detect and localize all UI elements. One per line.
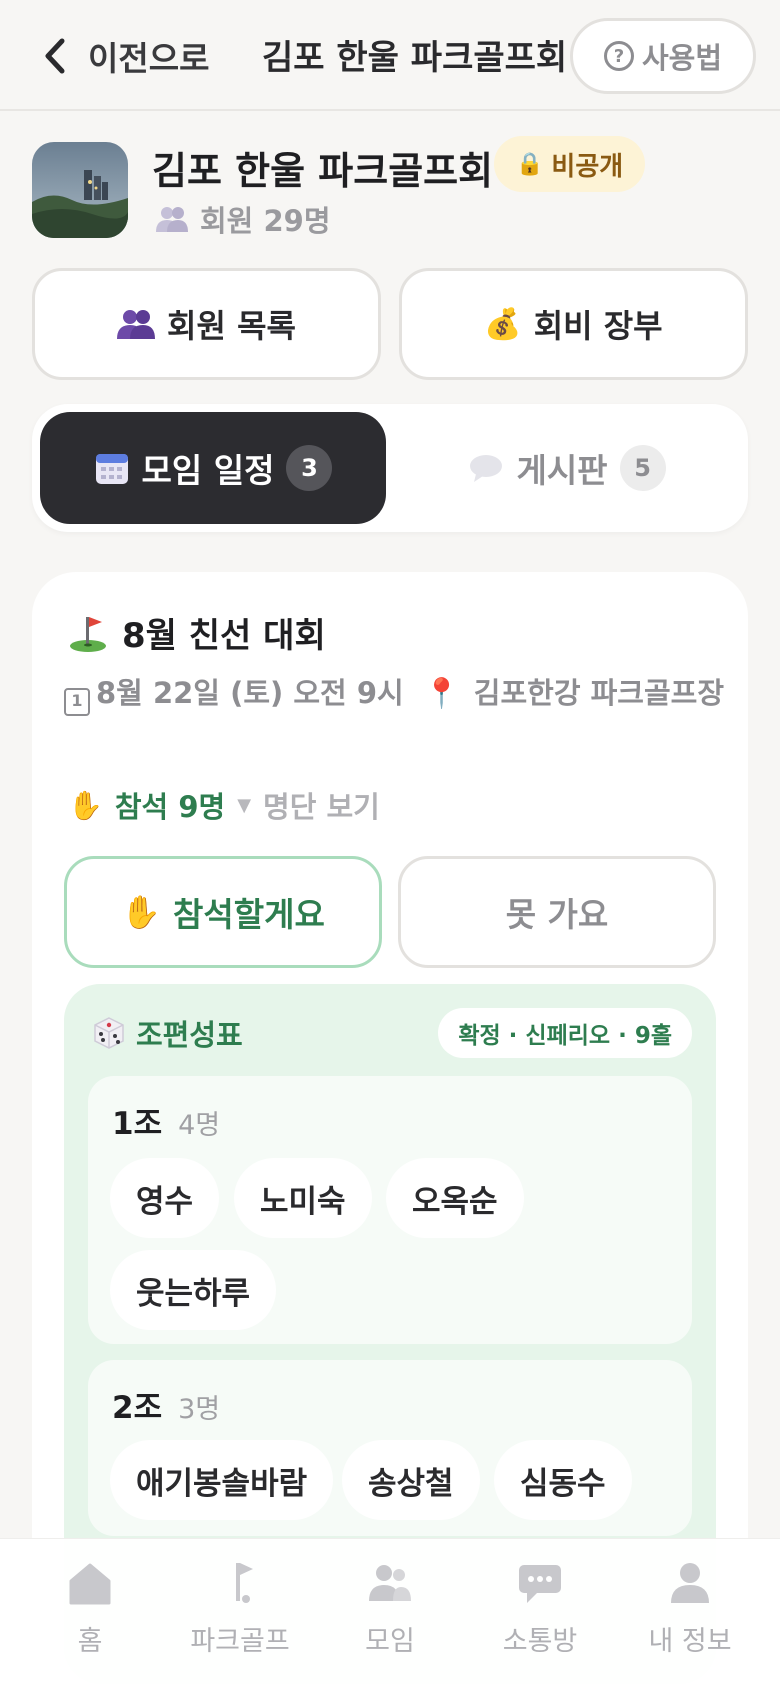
- nav-chat-label: 소통방: [502, 1626, 578, 1657]
- team-title: 조편성표: [136, 1018, 243, 1052]
- members-icon: [117, 310, 156, 339]
- nav-home-label: 홈: [77, 1626, 103, 1657]
- member-chip[interactable]: 송상철: [342, 1440, 480, 1520]
- rsvp-yes-label: 참석할게요: [173, 895, 325, 934]
- group-title: 2조 3명: [112, 1382, 220, 1427]
- home-icon: [69, 1563, 111, 1605]
- group-count: 3명: [178, 1394, 221, 1425]
- bottom-nav: 홈 파크골프 모임 소통방 내 정보: [0, 1538, 780, 1688]
- event-card: 8월 친선 대회 1 8월 22일 (토) 오전 9시 📍 김포한강 파크골프장 ✋ …: [32, 572, 748, 1688]
- rsvp-no-label: 못 가요: [505, 895, 609, 934]
- nav-home[interactable]: 홈: [15, 1561, 165, 1658]
- nav-group-label: 모임: [365, 1626, 415, 1657]
- money-bag-icon: 💰: [484, 306, 522, 342]
- group-count: 4명: [178, 1110, 221, 1141]
- member-chip[interactable]: 애기봉솔바람: [110, 1440, 334, 1520]
- tab-board-count: 5: [619, 445, 666, 491]
- member-chip[interactable]: 웃는하루: [110, 1250, 277, 1330]
- raised-hand-icon: ✋: [121, 893, 162, 931]
- club-name: 김포 한울 파크골프회: [152, 149, 494, 193]
- team-status-badge: 확정 · 신페리오 · 9홀: [438, 1008, 692, 1058]
- nav-parkgolf-label: 파크골프: [190, 1626, 290, 1657]
- rsvp-yes-button[interactable]: ✋ 참석할게요: [64, 856, 382, 968]
- back-label: 이전으로: [88, 39, 210, 78]
- event-title-row: 8월 친선 대회: [68, 608, 326, 657]
- back-button[interactable]: 이전으로: [40, 28, 209, 84]
- tab-board-label: 게시판: [516, 451, 608, 490]
- club-avatar: [32, 142, 128, 238]
- nav-parkgolf[interactable]: 파크골프: [165, 1561, 315, 1658]
- help-label: 사용법: [641, 41, 723, 75]
- member-count: 회원 29명: [156, 198, 331, 240]
- tab-bar: 모임 일정 3 게시판 5: [32, 404, 748, 532]
- event-date: 8월 22일 (토) 오전 9시: [96, 676, 404, 710]
- group-card: 1조 4명 영수 노미숙 오옥순 웃는하루: [88, 1076, 692, 1344]
- top-bar: 이전으로 김포 한울 파크골프회 ? 사용법: [0, 0, 780, 111]
- page-title: 김포 한울 파크골프회: [262, 38, 568, 78]
- calendar-icon: 1: [64, 688, 90, 716]
- dues-ledger-button[interactable]: 💰 회비 장부: [399, 268, 748, 380]
- attendance-row[interactable]: ✋ 참석 9명 ▼ 명단 보기: [68, 784, 380, 826]
- nav-group[interactable]: 모임: [315, 1561, 465, 1658]
- member-list-label: 회원 목록: [167, 307, 296, 345]
- group-title: 1조 4명: [112, 1098, 220, 1143]
- caret-down-icon: ▼: [237, 794, 252, 816]
- calendar-icon: [95, 454, 128, 484]
- lock-icon: 🔒: [516, 151, 544, 177]
- golf-flag-icon: [236, 1563, 253, 1603]
- event-location: 김포한강 파크골프장: [473, 676, 725, 710]
- tab-schedule[interactable]: 모임 일정 3: [40, 412, 386, 524]
- private-badge-label: 비공개: [551, 151, 624, 182]
- group-card: 2조 3명 애기봉솔바람 송상철 심동수: [88, 1360, 692, 1536]
- group-name: 2조: [112, 1390, 163, 1426]
- chevron-left-icon: [45, 38, 65, 74]
- group-icon: [369, 1565, 411, 1601]
- nav-profile-label: 내 정보: [648, 1626, 732, 1657]
- member-chip[interactable]: 오옥순: [386, 1158, 524, 1238]
- speech-bubble-icon: [470, 455, 503, 482]
- member-chip[interactable]: 영수: [110, 1158, 220, 1238]
- person-icon: [671, 1563, 709, 1603]
- member-list-button[interactable]: 회원 목록: [32, 268, 381, 380]
- team-header: 조편성표: [92, 1012, 243, 1054]
- member-chip[interactable]: 노미숙: [234, 1158, 372, 1238]
- attendee-list-link[interactable]: 명단 보기: [263, 784, 380, 826]
- nav-profile[interactable]: 내 정보: [615, 1561, 765, 1658]
- raised-hand-icon: ✋: [68, 788, 103, 822]
- help-button[interactable]: ? 사용법: [570, 18, 756, 94]
- member-count-label: 회원 29명: [200, 204, 331, 238]
- golf-flag-icon: [70, 616, 106, 652]
- tab-schedule-count: 3: [286, 445, 333, 491]
- dues-ledger-label: 회비 장부: [533, 307, 663, 345]
- pin-icon: 📍: [423, 676, 460, 710]
- event-meta: 1 8월 22일 (토) 오전 9시 📍 김포한강 파크골프장: [64, 668, 724, 718]
- nav-chat[interactable]: 소통방: [465, 1561, 615, 1658]
- rsvp-no-button[interactable]: 못 가요: [398, 856, 716, 968]
- event-title: 8월 친선 대회: [122, 616, 326, 656]
- tab-board[interactable]: 게시판 5: [394, 412, 740, 524]
- member-chip[interactable]: 심동수: [494, 1440, 632, 1520]
- chat-icon: [519, 1565, 561, 1603]
- tab-schedule-label: 모임 일정: [141, 451, 275, 490]
- attendance-count: 참석 9명: [114, 790, 226, 824]
- private-badge: 🔒 비공개: [494, 136, 646, 192]
- members-icon: [156, 207, 188, 232]
- group-name: 1조: [112, 1106, 163, 1142]
- question-icon: ?: [603, 41, 634, 71]
- dice-icon: [94, 1017, 124, 1049]
